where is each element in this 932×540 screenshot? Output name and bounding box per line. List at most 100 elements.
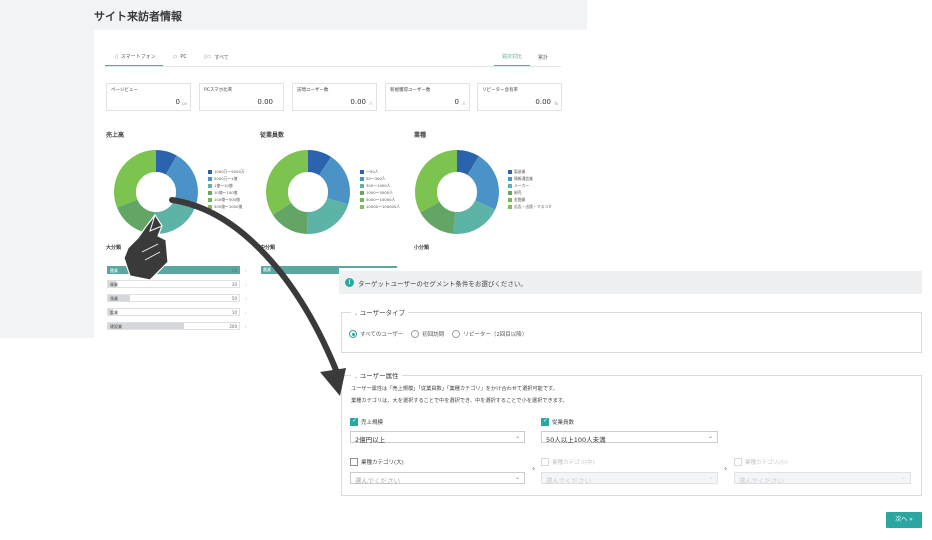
check-icon: ✓: [244, 324, 248, 329]
pc-icon: ▭: [172, 54, 178, 60]
kpi-label: リピーター含有率: [482, 88, 518, 93]
major-row[interactable]: 建設業 200 ✓: [107, 322, 248, 330]
sales-checkbox-label[interactable]: 売上規模: [350, 417, 383, 426]
tab-weekly[interactable]: 週次対比: [494, 48, 531, 66]
radio-first-visit[interactable]: 初回訪問: [411, 330, 444, 338]
kpi-repeater-rate: リピーター含有率 0.00 %: [477, 83, 562, 111]
kpi-pc-sp-ratio: PCスマホ比率 0.00: [199, 83, 284, 111]
legend-industry: 製造業 情報通信業 メーカー 卸売 金融業 広告・出版・マスコミ: [508, 168, 552, 210]
sales-checkbox[interactable]: [350, 417, 358, 426]
kpi-value: 0: [454, 98, 459, 106]
chevron-down-icon: ⌄: [514, 433, 520, 440]
kpi-value: 0: [175, 98, 180, 106]
kpi-visitors: 訪問ユーザー数 0.00 人: [292, 83, 377, 111]
legend-item: 広告・出版・マスコミ: [508, 203, 552, 210]
major-row[interactable]: 漁業 50 ✓: [107, 294, 248, 302]
period-tabs: 週次対比 累計: [494, 48, 556, 66]
radio-repeater[interactable]: リピーター（2回目以降）: [452, 330, 527, 338]
radio-button[interactable]: [411, 330, 420, 338]
cat-middle-checkbox-label[interactable]: 業種カテゴリ(中): [541, 458, 595, 466]
kpi-label: 訪問ユーザー数: [297, 88, 329, 93]
user-attr-title: ⌄ ユーザー属性: [351, 370, 402, 380]
kpi-new-users: 新規獲得ユーザー数 0 人: [385, 83, 470, 111]
check-icon: ✓: [244, 310, 248, 315]
legend-item: 300〜1000人: [360, 182, 400, 189]
tab-label: すべて: [214, 54, 229, 61]
employees-checkbox[interactable]: [541, 417, 549, 426]
legend-employees: 〜50人 50〜300人 300〜1000人 1000〜5000人 5000〜1…: [360, 168, 400, 210]
cat-middle-select[interactable]: 選んでください ⌄: [541, 472, 718, 485]
info-icon: !: [345, 278, 354, 287]
legend-item: 10億〜100億: [208, 189, 245, 196]
radio-all-users[interactable]: すべてのユーザー: [349, 330, 403, 338]
kpi-label: ページビュー: [111, 88, 138, 93]
donut-sales[interactable]: [112, 148, 200, 236]
all-devices-icon: ▯▭: [203, 54, 212, 60]
kpi-value: 0.00: [350, 98, 366, 106]
tab-cumulative[interactable]: 累計: [530, 48, 556, 66]
donut-employees[interactable]: [264, 148, 352, 236]
legend-item: 5000万〜1億: [208, 175, 245, 182]
major-row[interactable]: 農業 23 ✓: [107, 266, 248, 274]
cat-major-checkbox-label[interactable]: 業種カテゴリ(大): [350, 458, 404, 466]
radio-button[interactable]: [452, 330, 461, 338]
cat-major-checkbox[interactable]: [350, 458, 358, 466]
cat-minor-checkbox-label[interactable]: 業種カテゴリ(小): [734, 458, 788, 466]
check-icon: ✓: [244, 282, 248, 287]
legend-item: 金融業: [508, 196, 552, 203]
legend-item: 500億〜1000億: [208, 203, 245, 210]
legend-item: 100億〜500億: [208, 196, 245, 203]
chevron-right-icon: ›: [532, 464, 536, 473]
donut-industry[interactable]: [413, 148, 501, 236]
cat-minor-checkbox[interactable]: [734, 458, 742, 466]
radio-button[interactable]: [349, 330, 357, 338]
chevron-down-icon: ⌄: [900, 474, 906, 481]
major-row[interactable]: 鉱業 10 ✓: [107, 308, 248, 316]
legend-item: メーカー: [508, 182, 552, 189]
kpi-unit: 人: [462, 101, 466, 106]
kpi-label: PCスマホ比率: [204, 88, 233, 93]
legend-item: 〜50人: [360, 168, 400, 175]
check-icon: ✓: [244, 296, 248, 301]
tabs-divider: [105, 66, 561, 67]
kpi-unit: %: [554, 101, 558, 106]
sales-select[interactable]: 2億円以上 ⌄: [350, 431, 525, 444]
chevron-down-icon: ⌄: [707, 474, 713, 481]
notice-bar: ! ターゲットユーザーのセグメント条件をお選びください。: [339, 271, 922, 294]
cat-major-select[interactable]: 選んでください ⌄: [350, 472, 525, 485]
check-icon: ✓: [244, 268, 248, 273]
legend-item: 1億〜10億: [208, 182, 245, 189]
legend-item: 卸売: [508, 189, 552, 196]
attr-description-1: ユーザー属性は「売上規模」「従業員数」「業種カテゴリ」をかけ合わせて選択可能です…: [351, 386, 558, 392]
next-button[interactable]: 次へ »: [886, 512, 922, 528]
kpi-value: 0.00: [257, 98, 273, 106]
cat-middle-checkbox[interactable]: [541, 458, 549, 466]
employees-select[interactable]: 50人以上100人未満 ⌄: [541, 431, 718, 444]
chevron-down-icon: ⌄: [707, 433, 713, 440]
chart-title-industry: 業種: [414, 132, 427, 139]
dashboard-title: サイト来訪者情報: [94, 10, 182, 23]
tab-all[interactable]: ▯▭ すべて: [194, 48, 236, 66]
section-major: 大分類: [106, 245, 122, 251]
kpi-value: 0.00: [535, 98, 551, 106]
section-minor: 小分類: [414, 245, 430, 251]
smartphone-icon: ▯: [115, 53, 118, 60]
legend-item: 1000万〜5000万: [208, 168, 245, 175]
cat-minor-select[interactable]: 選んでください ⌄: [734, 472, 911, 485]
attr-description-2: 業種カテゴリは、大を選択することで中を選択でき、中を選択することで小を選択できま…: [351, 398, 568, 404]
employees-checkbox-label[interactable]: 従業員数: [541, 417, 574, 426]
legend-item: 情報通信業: [508, 175, 552, 182]
chart-title-sales: 売上高: [106, 132, 125, 139]
kpi-unit: pv: [182, 101, 187, 106]
kpi-pageview: ページビュー 0 pv: [106, 83, 191, 111]
major-row[interactable]: 林業 30 ✓: [107, 280, 248, 288]
chevron-right-icon: ›: [724, 464, 728, 473]
tab-smartphone[interactable]: ▯ スマートフォン: [105, 48, 163, 66]
legend-item: 5000〜10000人: [360, 196, 400, 203]
chevron-down-icon: ⌄: [514, 474, 520, 481]
tab-label: スマートフォン: [120, 54, 156, 60]
legend-item: 50〜300人: [360, 175, 400, 182]
tab-pc[interactable]: ▭ PC: [163, 48, 194, 66]
legend-item: 1000〜5000人: [360, 189, 400, 196]
chart-title-employees: 従業員数: [260, 132, 285, 139]
